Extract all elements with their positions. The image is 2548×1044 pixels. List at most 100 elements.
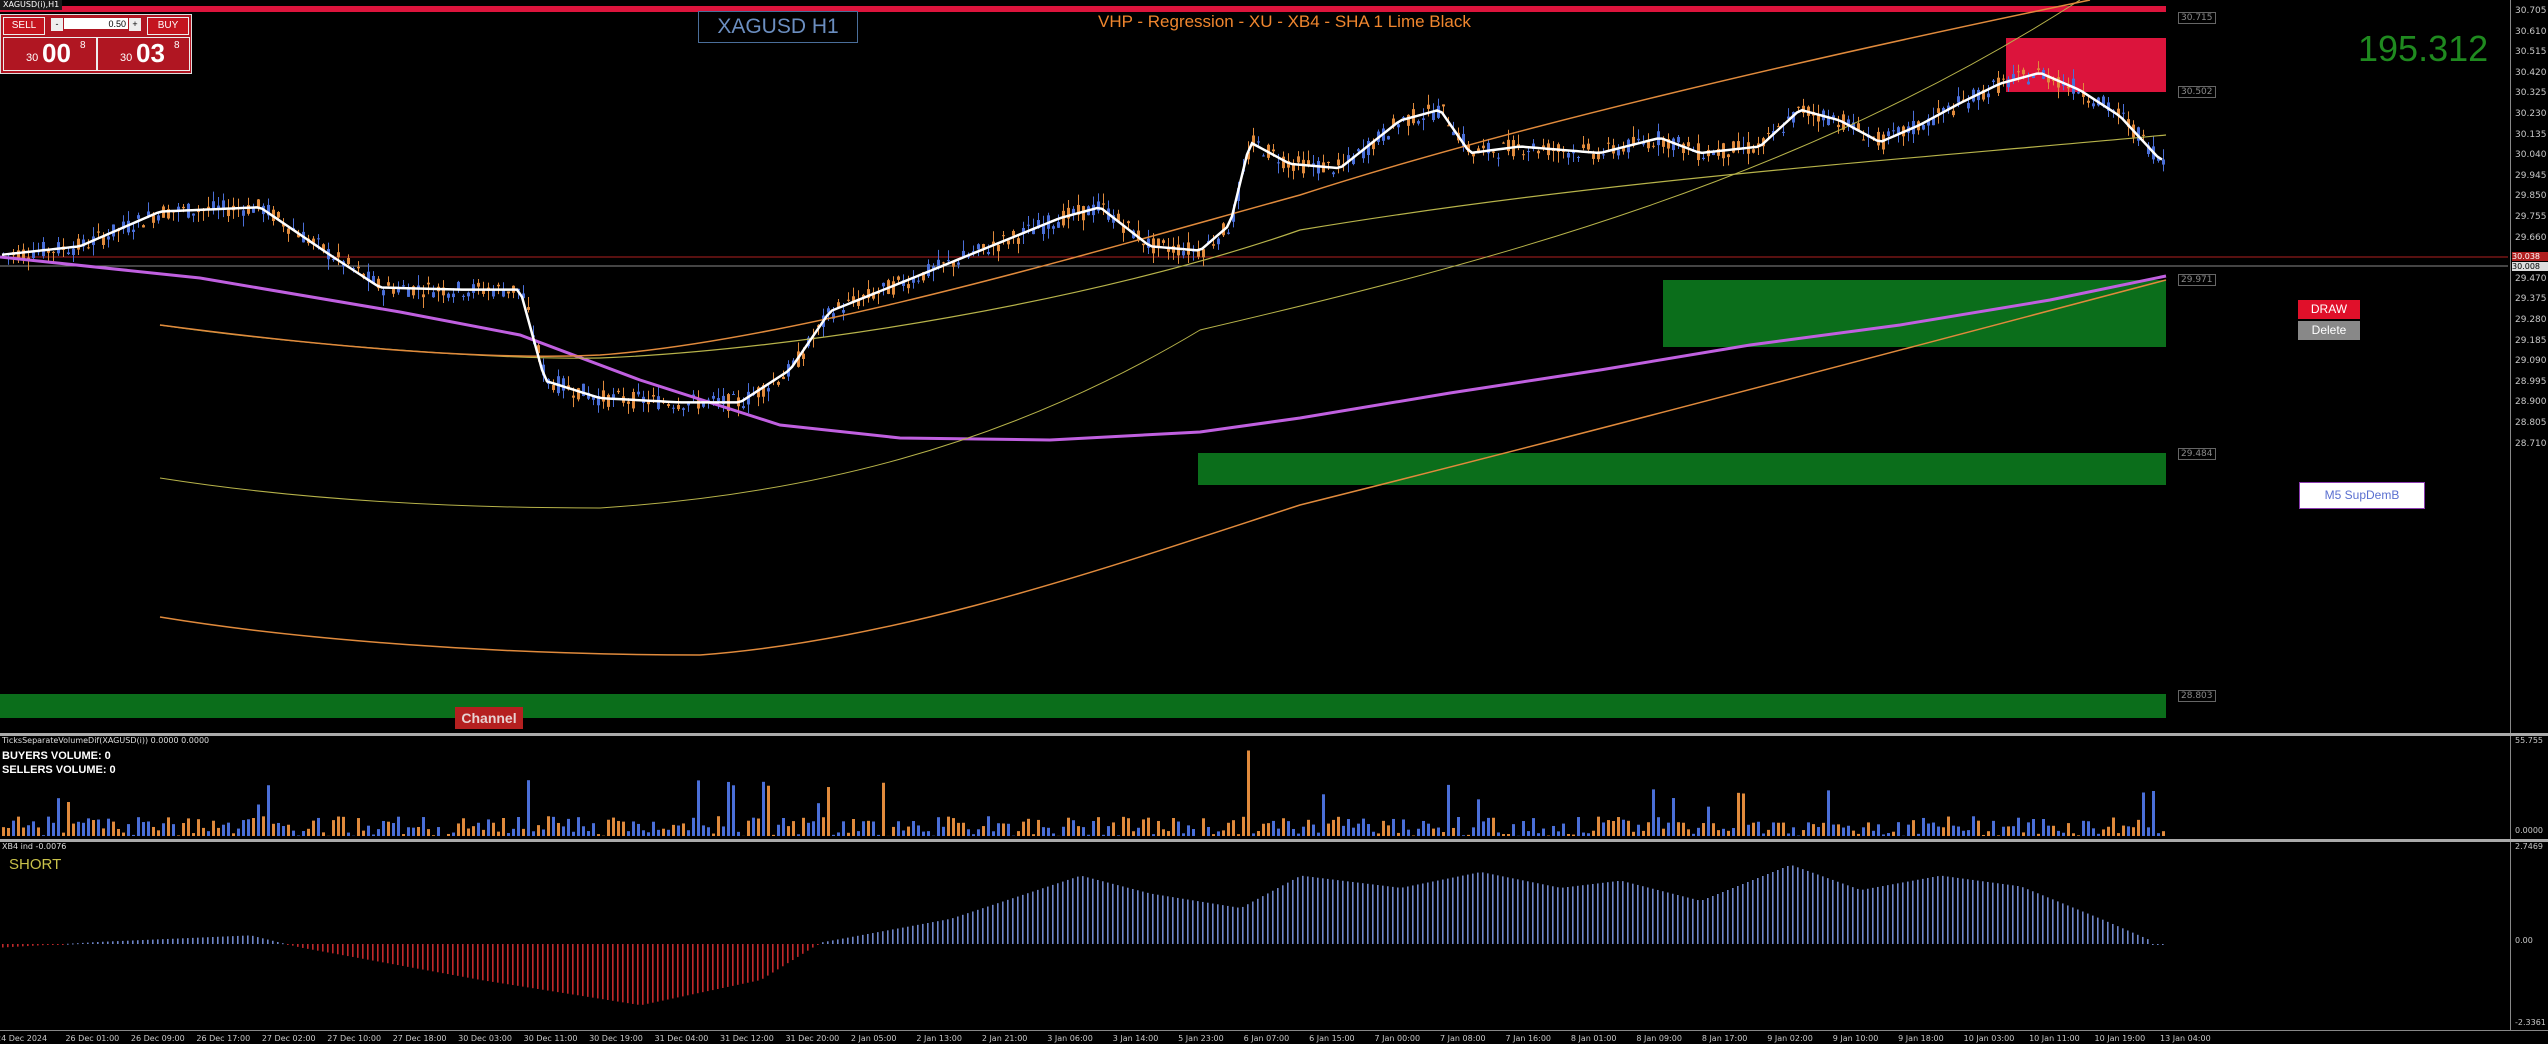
volume-bar: [1332, 820, 1335, 836]
xb4-bar: [582, 944, 584, 996]
candle-body: [1272, 149, 1275, 151]
xb4-bar: [947, 919, 949, 944]
xb4-bar: [1422, 883, 1424, 944]
volume-bar: [1637, 825, 1640, 836]
volume-bar: [127, 824, 130, 836]
candle-body: [672, 408, 675, 409]
xb4-bar: [1337, 880, 1339, 944]
xb4-bar: [2032, 891, 2034, 944]
volume-histogram[interactable]: [0, 736, 2508, 839]
price-chart[interactable]: [0, 0, 2508, 733]
xb4-bar: [1012, 898, 1014, 944]
volume-bar: [1787, 833, 1790, 836]
candle-body: [467, 293, 470, 297]
xb4-bar: [1947, 877, 1949, 944]
xb4-bar: [402, 944, 404, 966]
xb4-histogram[interactable]: [0, 842, 2508, 1030]
volume-bar: [537, 825, 540, 836]
candle-body: [1297, 156, 1300, 162]
volume-bar: [1527, 831, 1530, 836]
volume-bar: [2122, 826, 2125, 836]
volume-bar: [1972, 816, 1975, 836]
volume-bar: [2157, 833, 2160, 836]
volume-bar: [1847, 826, 1850, 836]
volume-bar: [212, 821, 215, 836]
xb4-bar: [1852, 887, 1854, 944]
xb4-bar: [232, 936, 234, 944]
xb4-bar: [937, 921, 939, 944]
volume-bar: [907, 827, 910, 836]
xb4-bar: [1932, 877, 1934, 944]
xb4-bar: [1277, 888, 1279, 944]
candle-body: [1227, 233, 1230, 234]
xb4-bar: [587, 944, 589, 997]
xb4-bar: [202, 937, 204, 944]
volume-bar: [757, 819, 760, 836]
xb4-bar: [2017, 886, 2019, 944]
candle-body: [1582, 145, 1585, 149]
volume-bar: [1962, 831, 1965, 836]
volume-bar: [137, 817, 140, 836]
volume-bar: [1442, 832, 1445, 836]
xb4-bar: [1237, 908, 1239, 944]
volume-bar: [1967, 830, 1970, 836]
xb4-bar: [447, 944, 449, 974]
volume-bar: [1392, 819, 1395, 836]
xb4-bar: [1777, 870, 1779, 944]
xb4-bar: [1667, 892, 1669, 944]
volume-bar: [1362, 819, 1365, 836]
xb4-bar: [1252, 902, 1254, 944]
xb4-bar: [1247, 904, 1249, 944]
xb4-bar: [1657, 890, 1659, 944]
time-axis-label: 30 Dec 19:00: [589, 1034, 643, 1043]
volume-bar: [1657, 817, 1660, 836]
xb4-bar: [752, 944, 754, 982]
xb4-bar: [2132, 933, 2134, 944]
volume-bar: [1152, 834, 1155, 836]
volume-bar: [777, 825, 780, 836]
volume-bar: [1017, 831, 1020, 836]
xb4-bar: [152, 940, 154, 944]
candle-body: [1677, 137, 1680, 142]
xb4-bar: [1572, 886, 1574, 944]
candle-body: [157, 215, 160, 220]
price-axis-label: 29.850: [2515, 191, 2548, 201]
volume-bar: [637, 824, 640, 836]
volume-bar: [892, 827, 895, 836]
candle-body: [562, 378, 565, 390]
xb4-bar: [142, 940, 144, 944]
candle-body: [897, 277, 900, 280]
volume-bar: [1427, 824, 1430, 836]
volume-bar: [1547, 835, 1550, 836]
volume-bar: [1842, 828, 1845, 836]
xb4-bar: [577, 944, 579, 995]
xb4-bar: [1402, 887, 1404, 944]
volume-bar: [1622, 820, 1625, 836]
volume-bar: [207, 831, 210, 836]
volume-bar: [712, 834, 715, 836]
volume-bar: [1762, 833, 1765, 836]
xb4-bar: [1882, 886, 1884, 944]
volume-bar: [1167, 831, 1170, 836]
volume-bar: [1227, 823, 1230, 836]
volume-bar: [2137, 820, 2140, 836]
candle-body: [1967, 103, 1970, 108]
volume-bar: [1737, 793, 1740, 836]
xb4-bar: [1062, 882, 1064, 944]
candle-body: [2027, 82, 2030, 85]
volume-bar: [2127, 826, 2130, 836]
candle-body: [1012, 231, 1015, 236]
volume-bar: [877, 835, 880, 836]
xb4-bar: [1922, 879, 1924, 944]
volume-bar: [222, 825, 225, 836]
xb4-bar: [2022, 887, 2024, 944]
candle-body: [152, 215, 155, 223]
volume-bar: [1702, 823, 1705, 836]
candle-body: [1492, 151, 1495, 152]
xb4-bar: [992, 905, 994, 944]
xb4-bar: [137, 940, 139, 944]
time-axis-label: 27 Dec 18:00: [393, 1034, 447, 1043]
candle-body: [1922, 125, 1925, 130]
volume-bar: [1712, 823, 1715, 836]
xb4-bar: [332, 944, 334, 953]
